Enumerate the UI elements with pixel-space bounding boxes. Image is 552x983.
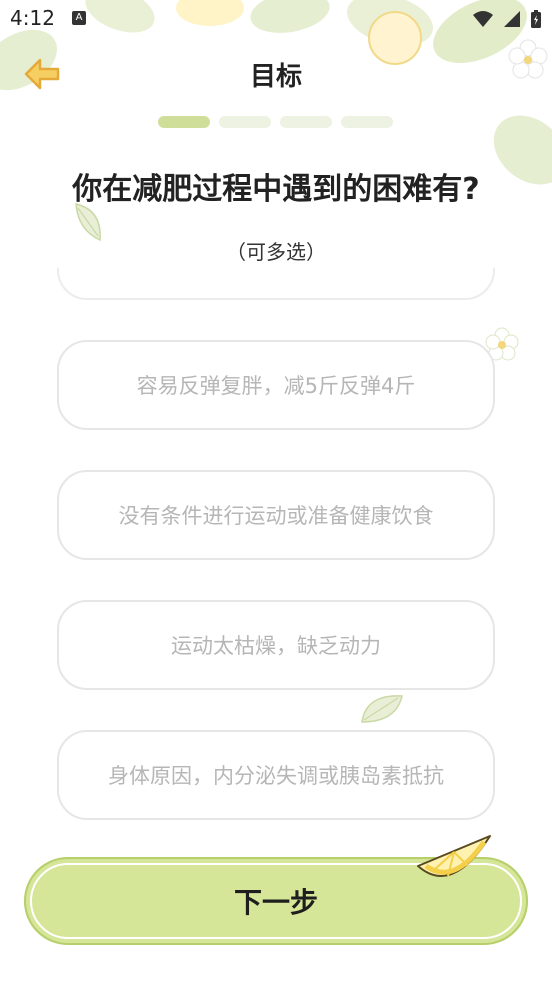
page-title: 目标 bbox=[249, 62, 302, 92]
option-no-conditions[interactable]: 没有条件进行运动或准备健康饮食 bbox=[57, 470, 495, 560]
status-time: 4:12 bbox=[10, 6, 55, 30]
option-boring-exercise[interactable]: 运动太枯燥，缺乏动力 bbox=[57, 600, 495, 690]
system-icons bbox=[468, 8, 542, 29]
question-title: 你在减肥过程中遇到的困难有? bbox=[72, 172, 480, 207]
step-progress bbox=[158, 113, 402, 132]
progress-step-4 bbox=[341, 116, 393, 128]
progress-step-3 bbox=[280, 116, 332, 128]
option-partially-hidden[interactable] bbox=[57, 268, 495, 300]
option-rebound[interactable]: 容易反弹复胖，减5斤反弹4斤 bbox=[57, 340, 495, 430]
option-body-reasons[interactable]: 身体原因，内分泌失调或胰岛素抵抗 bbox=[57, 730, 495, 820]
notification-a-icon: A bbox=[72, 11, 86, 25]
signal-icon bbox=[503, 10, 520, 27]
lemon-slice-icon bbox=[417, 835, 491, 877]
multi-select-hint: （可多选） bbox=[226, 240, 326, 264]
progress-step-2 bbox=[219, 116, 271, 128]
options-list[interactable]: 容易反弹复胖，减5斤反弹4斤 没有条件进行运动或准备健康饮食 运动太枯燥，缺乏动… bbox=[57, 268, 495, 823]
status-bar: 4:12 A bbox=[0, 0, 552, 38]
battery-icon bbox=[531, 9, 541, 28]
wifi-icon bbox=[472, 10, 493, 27]
progress-step-1 bbox=[158, 116, 210, 128]
